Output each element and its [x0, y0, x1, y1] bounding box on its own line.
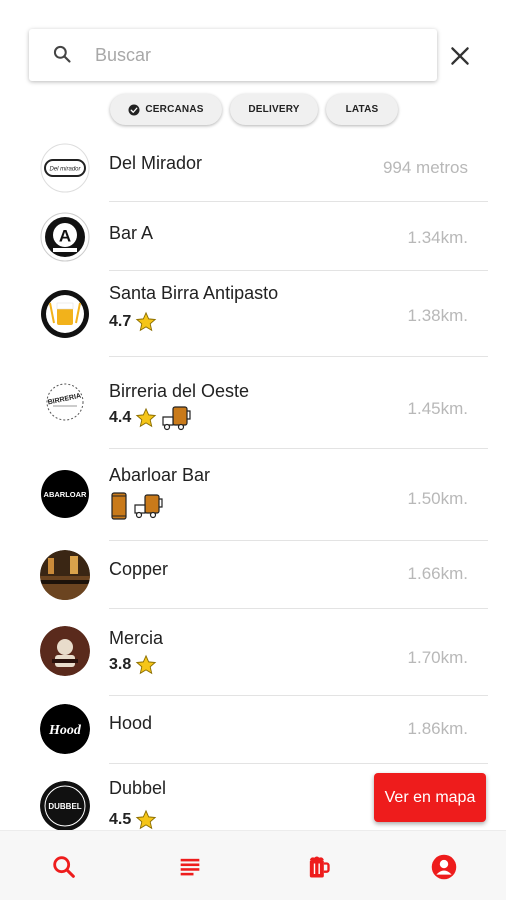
- del-mirador-logo: Del mirador: [40, 143, 90, 193]
- search-input[interactable]: [95, 41, 415, 69]
- place-name: Mercia: [109, 628, 164, 648]
- place-meta: 4.7: [109, 311, 161, 333]
- star-icon: [135, 654, 157, 675]
- star-icon: [135, 311, 157, 332]
- check-circle-icon: [128, 104, 140, 115]
- place-name: Copper: [109, 559, 169, 579]
- place-distance: 1.70km.: [407, 648, 468, 667]
- view-on-map-button[interactable]: Ver en mapa: [374, 773, 486, 822]
- mercia-logo: [40, 626, 90, 676]
- beer-mug-icon[interactable]: [304, 853, 332, 881]
- place-name: Hood: [109, 713, 153, 733]
- list-item-birreria-del-oeste[interactable]: BIRRERIA Birreria del Oeste 4.4 1.45km.: [0, 357, 506, 448]
- list-item-santa-birra[interactable]: Santa Birra Antipasto 4.7 1.38km.: [0, 271, 506, 356]
- search-icon[interactable]: [52, 44, 72, 64]
- santa-birra-logo: [41, 290, 89, 338]
- place-distance: 994 metros: [382, 158, 468, 177]
- list-item-del-mirador[interactable]: Del mirador Del Mirador 994 metros: [0, 133, 506, 201]
- place-name: Abarloar Bar: [109, 465, 211, 485]
- dubbel-logo: DUBBEL: [40, 781, 90, 831]
- list-item-hood[interactable]: Hood Hood 1.86km.: [0, 696, 506, 763]
- place-meta: 3.8: [109, 654, 161, 676]
- filter-chip-delivery[interactable]: DELIVERY: [230, 94, 318, 125]
- close-icon[interactable]: [447, 43, 473, 69]
- filter-chip-cercanas[interactable]: CERCANAS: [110, 94, 222, 125]
- place-distance: 1.34km.: [407, 228, 468, 247]
- list-item-mercia[interactable]: Mercia 3.8 1.70km.: [0, 609, 506, 695]
- search-icon[interactable]: [50, 853, 78, 881]
- place-meta: 4.5: [109, 809, 161, 831]
- svg-text:ABARLOAR: ABARLOAR: [44, 490, 87, 499]
- place-rating: 4.5: [109, 811, 132, 828]
- list-item-copper[interactable]: Copper 1.66km.: [0, 541, 506, 608]
- account-icon[interactable]: [430, 853, 458, 881]
- list-item-bar-a[interactable]: A Bar A 1.34km.: [0, 202, 506, 270]
- place-distance: 1.38km.: [407, 306, 468, 325]
- abarloar-logo: ABARLOAR: [41, 470, 89, 518]
- hood-logo: Hood: [40, 704, 90, 754]
- place-name: Birreria del Oeste: [109, 381, 250, 401]
- place-meta: [109, 491, 169, 521]
- place-name: Dubbel: [109, 778, 167, 798]
- svg-text:Hood: Hood: [48, 723, 82, 738]
- beer-delivery-icon: [134, 494, 163, 519]
- place-distance: 1.66km.: [407, 564, 468, 583]
- list-item-abarloar-bar[interactable]: ABARLOAR Abarloar Bar 1.50km.: [0, 449, 506, 540]
- bottom-navigation: [0, 830, 506, 900]
- place-name: Santa Birra Antipasto: [109, 283, 279, 303]
- list-icon[interactable]: [176, 853, 204, 881]
- view-on-map-label: Ver en mapa: [384, 788, 476, 806]
- beer-delivery-icon: [162, 406, 191, 431]
- place-name: Bar A: [109, 223, 154, 243]
- star-icon: [135, 809, 157, 830]
- copper-logo: [40, 550, 90, 600]
- place-meta: 4.4: [109, 405, 197, 431]
- place-name: Del Mirador: [109, 153, 203, 173]
- filter-chip-label: LATAS: [345, 104, 379, 115]
- place-rating: 4.4: [109, 409, 132, 426]
- birreria-logo: BIRRERIA: [41, 378, 89, 426]
- place-distance: 1.86km.: [407, 719, 468, 738]
- beer-can-icon: [111, 492, 127, 520]
- place-distance: 1.50km.: [407, 489, 468, 508]
- svg-text:Del mirador: Del mirador: [49, 167, 81, 173]
- svg-text:DUBBEL: DUBBEL: [48, 802, 81, 811]
- svg-text:A: A: [59, 227, 71, 246]
- search-bar: [29, 29, 437, 81]
- filter-chip-label: DELIVERY: [248, 104, 300, 115]
- filter-chip-label: CERCANAS: [145, 104, 204, 115]
- place-distance: 1.45km.: [407, 399, 468, 418]
- place-rating: 3.8: [109, 656, 132, 673]
- filter-chip-latas[interactable]: LATAS: [326, 94, 398, 125]
- bar-a-logo: A: [40, 212, 90, 262]
- place-rating: 4.7: [109, 313, 132, 330]
- star-icon: [135, 407, 157, 428]
